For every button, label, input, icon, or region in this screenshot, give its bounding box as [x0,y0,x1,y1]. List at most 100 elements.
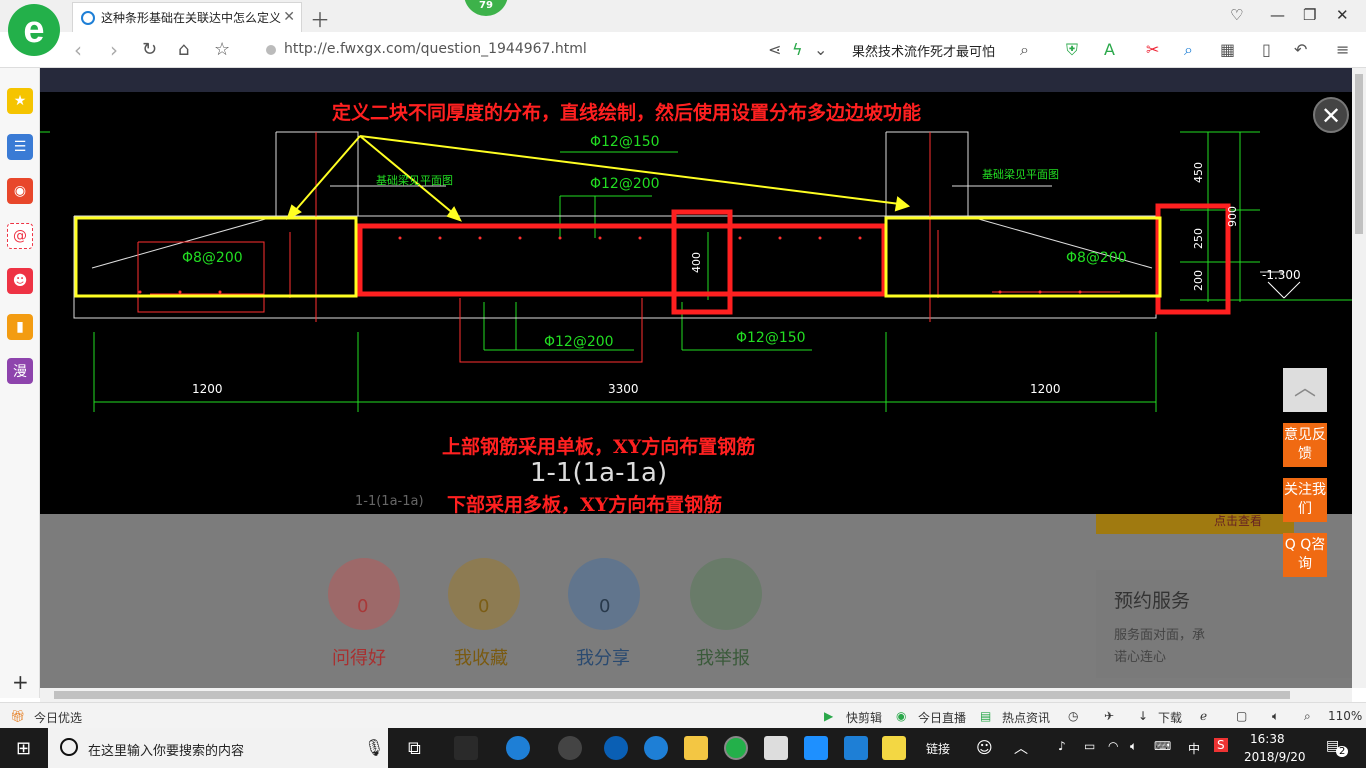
shield-icon[interactable]: ⛨ [1066,40,1078,60]
menu-icon[interactable]: ≡ [1336,40,1349,59]
people-icon[interactable]: ☺ [976,738,993,757]
phone-icon[interactable]: ▯ [1262,40,1271,59]
quick-cut-icon[interactable]: ▶ [824,709,833,723]
window-icon[interactable]: ▢ [1236,709,1247,723]
gift-icon[interactable]: 🎁︎ [10,709,25,723]
battery-icon[interactable]: ▭ [1084,739,1095,753]
service-card[interactable]: 预约服务 服务面对面，承 诺心连心 [1096,570,1352,678]
ie-mode-icon[interactable]: ℯ [1200,709,1207,723]
report-label[interactable]: 我举报 [696,644,750,670]
windows-start-icon[interactable]: ⊞ [16,738,31,759]
edge-icon[interactable] [604,736,628,760]
file-explorer-icon[interactable] [684,736,708,760]
badge-counter[interactable]: 79 [464,0,508,16]
close-window-icon[interactable]: ✕ [1336,6,1349,24]
live-link[interactable]: 今日直播 [918,709,966,726]
download-icon[interactable]: ↓ [1138,709,1148,723]
search-suggestion[interactable]: 果然技术流作死才最可怕 [852,41,995,60]
manga-icon[interactable]: 漫 [7,358,33,384]
share-button[interactable] [568,558,640,630]
new-tab-icon[interactable]: ＋ [310,4,330,33]
forward-icon[interactable]: › [110,38,118,62]
browser-taskbar-icon[interactable] [724,736,748,760]
refresh-icon[interactable]: ↻ [142,39,157,60]
close-overlay-icon[interactable]: ✕ [1313,97,1349,133]
magnifier-icon[interactable]: ⌕ [1184,40,1193,60]
browser-tab[interactable]: 这种条形基础在关联达中怎么定义 ✕ [72,2,302,32]
feedback-button[interactable]: 意见反馈 [1283,423,1327,467]
bell-icon[interactable]: ♪ [1058,739,1066,753]
like-label[interactable]: 问得好 [332,644,386,670]
scissors-icon[interactable]: ✂ [1146,40,1159,59]
restore-icon[interactable]: ❐ [1303,6,1316,24]
back-to-top-icon[interactable]: ︿ [1283,368,1327,412]
volume-icon[interactable]: 🔈︎ [1130,739,1137,754]
g-app-icon[interactable] [844,736,868,760]
clock-time[interactable]: 16:38 [1250,732,1285,746]
zoom-level[interactable]: 110% [1328,709,1362,723]
sogou-icon[interactable]: S [1214,738,1228,752]
search-icon[interactable]: ⌕ [1020,40,1029,60]
like-button[interactable] [328,558,400,630]
sound-icon[interactable]: 🔈︎ [1272,709,1279,724]
ime-indicator[interactable]: 中 [1188,740,1200,757]
live-icon[interactable]: ◉ [896,709,906,723]
browser-logo[interactable]: e [8,4,60,56]
mail-taskbar-icon[interactable] [764,736,788,760]
ie-icon[interactable] [644,736,668,760]
ie-edge-icon[interactable] [506,736,530,760]
minimize-icon[interactable]: — [1270,6,1285,24]
book-icon[interactable]: ▮ [7,314,33,340]
promo-link[interactable]: 点击查看 [1214,512,1262,529]
show-hidden-icon[interactable]: ︿ [1014,738,1028,758]
favorite-label[interactable]: 我收藏 [454,644,508,670]
favorites-icon[interactable]: ★ [7,88,33,114]
url-text[interactable]: http://e.fwxgx.com/question_1944967.html [284,41,587,57]
network-app-icon[interactable] [558,736,582,760]
quick-cut-link[interactable]: 快剪辑 [846,709,882,726]
follow-button[interactable]: 关注我们 [1283,478,1327,522]
apps-icon[interactable]: ▦ [1220,40,1235,59]
weibo-icon[interactable]: ◉ [7,178,33,204]
mic-icon[interactable]: 🎙︎ [364,738,384,757]
home-icon[interactable]: ⌂ [178,39,189,60]
pin-icon[interactable]: ✈ [1104,709,1114,723]
zoom-icon[interactable]: ⌕ [1304,709,1311,724]
horizontal-scroll-thumb[interactable] [54,691,1290,699]
undo-icon[interactable]: ↶ [1294,40,1307,59]
vertical-scroll-thumb[interactable] [1355,74,1363,234]
add-icon[interactable]: + [12,670,29,694]
history-icon[interactable]: ◷ [1068,709,1078,723]
link-toolbar[interactable]: 链接 [926,740,950,757]
today-picks[interactable]: 今日优选 [34,709,82,726]
horizontal-scrollbar[interactable] [40,688,1352,702]
favorite-button[interactable] [448,558,520,630]
list-icon[interactable]: ☰ [7,134,33,160]
star-icon[interactable]: ☆ [214,39,230,60]
download-link[interactable]: 下载 [1158,709,1182,726]
pinwheel-icon[interactable] [454,736,478,760]
share-icon[interactable]: ⋖ [768,40,781,59]
cortana-icon[interactable] [60,738,78,756]
lightning-icon[interactable]: ϟ [792,40,803,59]
back-icon[interactable]: ‹ [74,38,82,62]
task-view-icon[interactable]: ⧉ [408,738,421,759]
vertical-scrollbar[interactable] [1352,68,1366,688]
app-plus-icon[interactable] [804,736,828,760]
news-icon[interactable]: ▤ [980,709,991,723]
share-label[interactable]: 我分享 [576,644,630,670]
notes-app-icon[interactable] [882,736,906,760]
translate-icon[interactable]: A [1104,40,1115,59]
game-icon[interactable]: ☻ [7,268,33,294]
keyboard-icon[interactable]: ⌨ [1154,739,1171,753]
skin-icon[interactable]: ♡ [1230,6,1243,24]
dropdown-icon[interactable]: ⌄ [814,40,827,59]
clock-date[interactable]: 2018/9/20 [1244,750,1306,764]
qq-button[interactable]: Q Q咨询 [1283,533,1327,577]
report-button[interactable] [690,558,762,630]
news-link[interactable]: 热点资讯 [1002,709,1050,726]
taskbar-search[interactable]: 在这里输入你要搜索的内容 🎙︎ [48,728,388,768]
mail-icon[interactable]: @ [7,223,33,249]
wifi-icon[interactable]: ◠ [1108,739,1118,753]
tab-close-icon[interactable]: ✕ [283,9,295,25]
